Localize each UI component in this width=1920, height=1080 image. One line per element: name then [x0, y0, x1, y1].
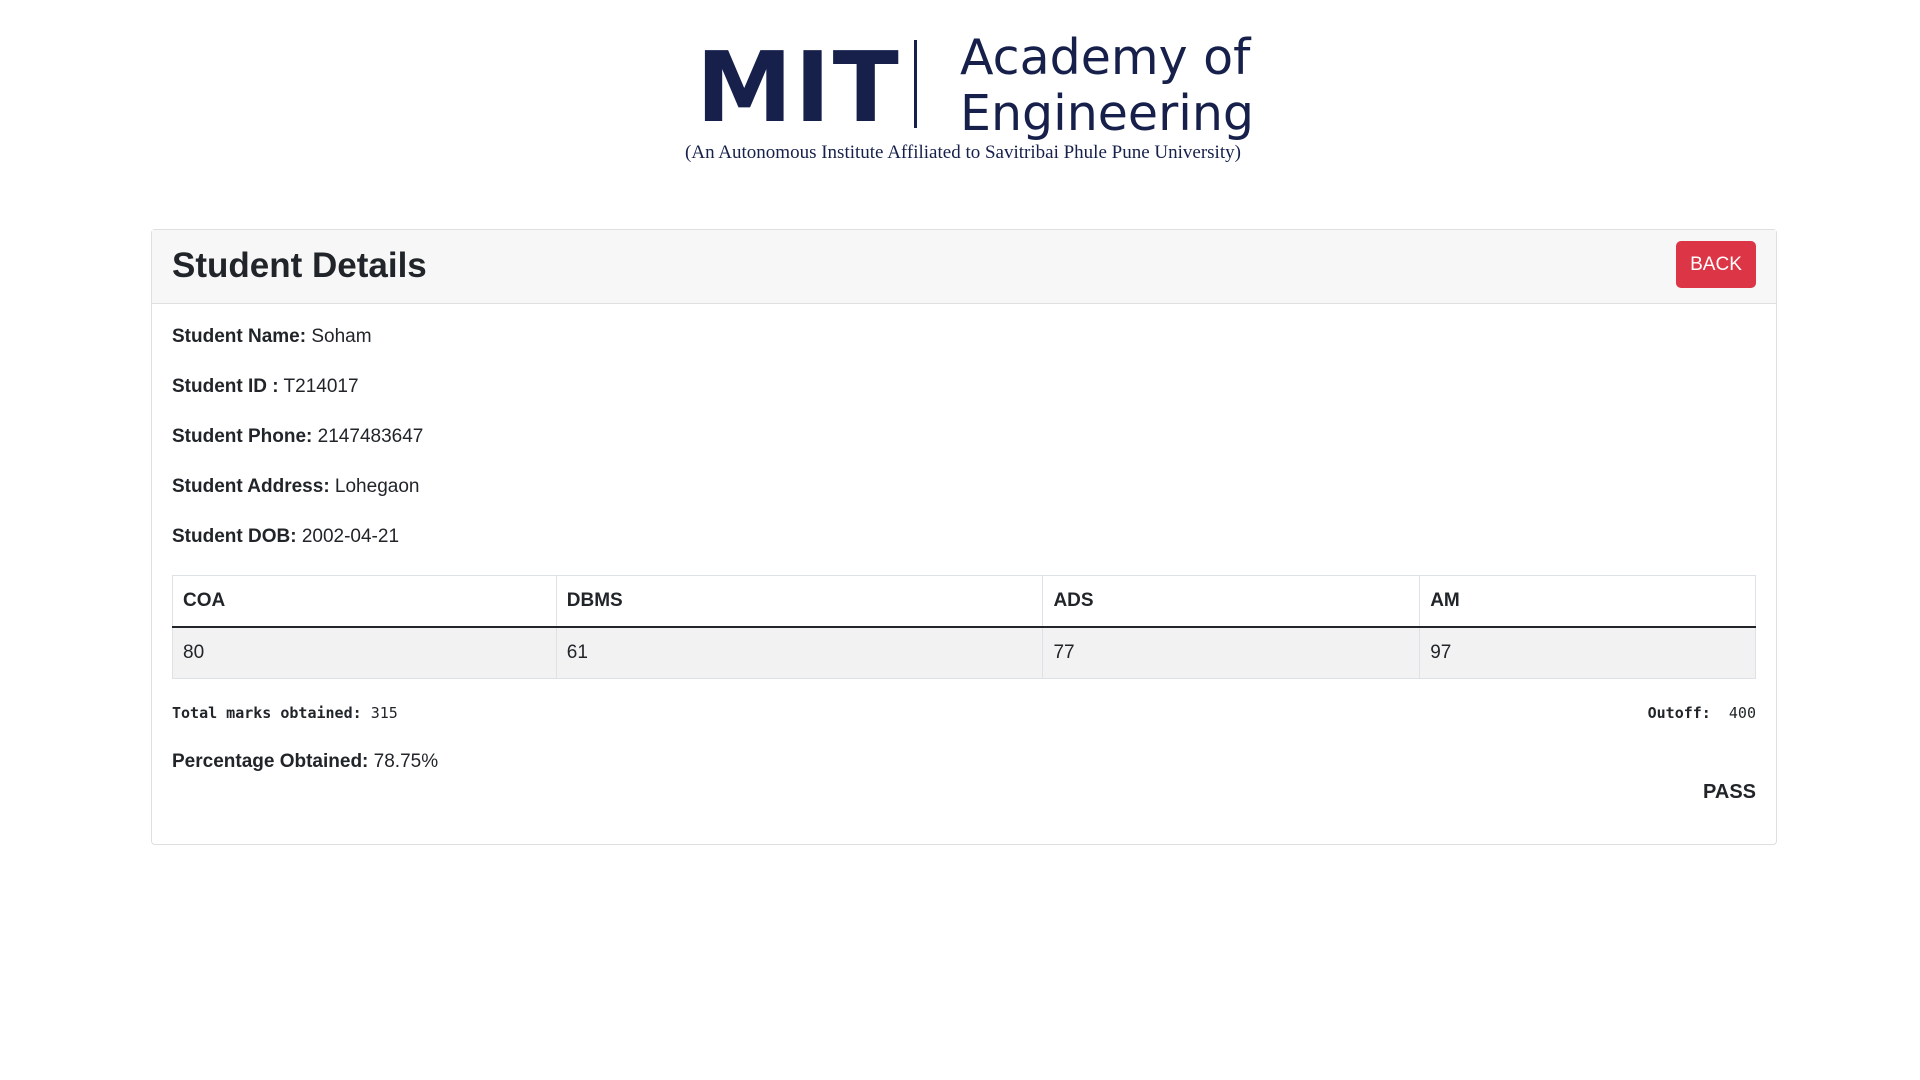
table-header-row: COA DBMS ADS AM — [172, 575, 1756, 628]
student-id-value: T214017 — [283, 376, 359, 397]
column-header-ads: ADS — [1042, 575, 1421, 628]
student-name-value: Soham — [311, 326, 372, 347]
outoff-label: Outoff: — [1647, 704, 1711, 722]
student-address-row: Student Address: Lohegaon — [172, 475, 419, 499]
college-logo: MIT Academy of Engineering (An Autonomou… — [0, 30, 1920, 180]
percentage-value: 78.75% — [373, 751, 439, 772]
marks-table: COA DBMS ADS AM 80 61 77 97 — [172, 575, 1756, 679]
column-header-dbms: DBMS — [555, 575, 1044, 628]
student-id-label: Student ID : — [172, 376, 279, 397]
total-marks-value: 315 — [370, 704, 398, 722]
student-address-label: Student Address: — [172, 476, 330, 497]
student-dob-value: 2002-04-21 — [301, 526, 400, 547]
student-phone-label: Student Phone: — [172, 426, 313, 447]
student-name-row: Student Name: Soham — [172, 325, 372, 349]
column-header-coa: COA — [172, 575, 557, 628]
card-header: Student Details BACK — [152, 230, 1776, 304]
marks-cell-dbms: 61 — [555, 626, 1044, 679]
student-name-label: Student Name: — [172, 326, 307, 347]
student-dob-label: Student DOB: — [172, 526, 297, 547]
marks-cell-am: 97 — [1419, 626, 1756, 679]
column-header-am: AM — [1419, 575, 1756, 628]
logo-name: Academy of Engineering — [960, 29, 1254, 142]
total-marks-label: Total marks obtained: — [172, 704, 362, 722]
table-row: 80 61 77 97 — [172, 626, 1756, 679]
student-address-value: Lohegaon — [334, 476, 420, 497]
logo-brand: MIT — [696, 31, 901, 144]
student-id-row: Student ID : T214017 — [172, 375, 359, 399]
result-status: PASS — [1703, 781, 1756, 803]
student-phone-value: 2147483647 — [317, 426, 424, 447]
back-button[interactable]: BACK — [1676, 241, 1756, 288]
logo-tagline: (An Autonomous Institute Affiliated to S… — [685, 142, 1241, 163]
percentage-row: Percentage Obtained: 78.75% — [172, 750, 438, 774]
logo-divider — [914, 40, 917, 128]
marks-cell-ads: 77 — [1042, 626, 1421, 679]
page-title: Student Details — [172, 246, 427, 285]
marks-cell-coa: 80 — [172, 626, 557, 679]
total-marks-line: Total marks obtained: 315 — [172, 703, 398, 723]
outoff-value: 400 — [1728, 704, 1756, 722]
outoff-line: Outoff: 400 — [1648, 703, 1756, 723]
percentage-label: Percentage Obtained: — [172, 751, 369, 772]
student-details-card: Student Details BACK Student Name: Soham… — [151, 229, 1777, 845]
student-dob-row: Student DOB: 2002-04-21 — [172, 525, 399, 549]
student-phone-row: Student Phone: 2147483647 — [172, 425, 423, 449]
